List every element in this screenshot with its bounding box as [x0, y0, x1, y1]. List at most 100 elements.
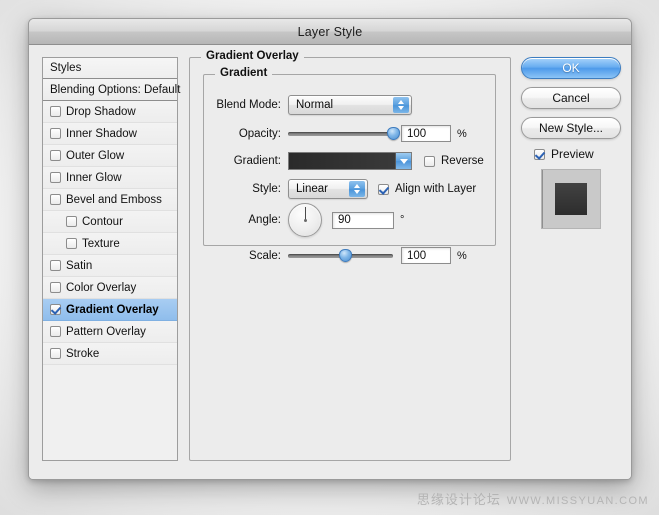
styles-sidebar: Styles Blending Options: Default Drop Sh…: [42, 57, 180, 461]
sidebar-item-label: Contour: [82, 215, 123, 228]
sidebar-item-label: Stroke: [66, 347, 100, 360]
sidebar-item-label: Satin: [66, 259, 93, 272]
opacity-label: Opacity:: [238, 127, 281, 140]
blend-mode-row: Blend Mode: Normal: [204, 95, 495, 115]
opacity-unit: %: [457, 127, 467, 140]
scale-input[interactable]: 100: [401, 247, 451, 264]
chevron-updown-icon[interactable]: [393, 97, 409, 113]
reverse-label: Reverse: [441, 155, 484, 167]
sidebar-item-outer-glow[interactable]: Outer Glow: [43, 145, 177, 167]
sidebar-item-label: Gradient Overlay: [66, 303, 159, 316]
style-preview-thumbnail: [541, 169, 601, 229]
opacity-input[interactable]: 100: [401, 125, 451, 142]
sidebar-item-satin[interactable]: Satin: [43, 255, 177, 277]
gradient-overlay-group-title: Gradient Overlay: [201, 50, 304, 62]
watermark-url: WWW.MISSYUAN.COM: [506, 495, 649, 507]
blend-mode-value: Normal: [296, 99, 334, 111]
reverse-checkbox[interactable]: Reverse: [424, 155, 484, 167]
style-effect-checkbox[interactable]: [50, 194, 61, 205]
chevron-down-icon[interactable]: [395, 153, 411, 169]
gradient-preview-fill: [289, 153, 411, 169]
sidebar-item-contour[interactable]: Contour: [43, 211, 177, 233]
sidebar-item-label: Outer Glow: [66, 149, 125, 162]
scale-row: Scale: 100 %: [204, 247, 495, 264]
gradient-groupbox: Gradient Blend Mode: Normal Opacity: 100…: [203, 67, 496, 264]
scale-slider[interactable]: [288, 248, 393, 264]
cancel-button[interactable]: Cancel: [521, 87, 621, 109]
style-effect-checkbox[interactable]: [50, 172, 61, 183]
opacity-slider-thumb[interactable]: [386, 127, 400, 140]
sidebar-item-label: Pattern Overlay: [66, 325, 146, 338]
sidebar-item-label: Inner Shadow: [66, 127, 137, 140]
sidebar-item-label: Drop Shadow: [66, 105, 136, 118]
style-effect-checkbox[interactable]: [50, 150, 61, 161]
gradient-style-select[interactable]: Linear: [288, 179, 368, 199]
sidebar-item-label: Color Overlay: [66, 281, 137, 294]
blending-options-row[interactable]: Blending Options: Default: [43, 79, 180, 101]
screen: Layer Style Styles Blending Options: Def…: [0, 0, 659, 515]
dialog-buttons: OK Cancel New Style... Preview: [521, 57, 621, 229]
sidebar-item-color-overlay[interactable]: Color Overlay: [43, 277, 177, 299]
sidebar-item-inner-glow[interactable]: Inner Glow: [43, 167, 177, 189]
style-row: Style: Linear Align with Layer: [204, 179, 495, 199]
sidebar-item-label: Inner Glow: [66, 171, 122, 184]
opacity-row: Opacity: 100 %: [204, 125, 495, 142]
preview-checkbox-box[interactable]: [534, 148, 545, 160]
angle-dial[interactable]: [288, 203, 322, 237]
scale-slider-thumb[interactable]: [339, 249, 353, 262]
sidebar-item-gradient-overlay[interactable]: Gradient Overlay: [43, 299, 177, 321]
preview-label: Preview: [551, 147, 594, 161]
style-effect-checkbox[interactable]: [50, 260, 61, 271]
angle-unit: °: [400, 214, 405, 226]
gradient-label: Gradient:: [233, 155, 281, 167]
opacity-slider[interactable]: [288, 126, 400, 142]
style-effect-checkbox[interactable]: [66, 238, 77, 249]
align-with-layer-checkbox[interactable]: Align with Layer: [378, 183, 476, 195]
dialog-body: Styles Blending Options: Default Drop Sh…: [29, 45, 631, 479]
align-with-layer-label: Align with Layer: [395, 183, 477, 195]
reverse-checkbox-box[interactable]: [424, 155, 435, 167]
style-effect-checkbox[interactable]: [50, 326, 61, 337]
sidebar-item-inner-shadow[interactable]: Inner Shadow: [43, 123, 177, 145]
gradient-picker[interactable]: [288, 152, 412, 170]
preview-swatch: [555, 183, 587, 215]
gradient-row: Gradient: Reverse: [204, 152, 495, 170]
ok-button[interactable]: OK: [521, 57, 621, 79]
style-effect-checkbox[interactable]: [50, 106, 61, 117]
style-effects-list: Drop Shadow Inner Shadow Outer Glow Inner G…: [43, 101, 177, 365]
sidebar-item-stroke[interactable]: Stroke: [43, 343, 177, 365]
style-effect-checkbox[interactable]: [66, 216, 77, 227]
style-effect-checkbox[interactable]: [50, 282, 61, 293]
sidebar-item-label: Texture: [82, 237, 120, 250]
watermark: 思缘设计论坛 WWW.MISSYUAN.COM: [417, 489, 649, 508]
opacity-slider-track: [288, 131, 393, 136]
watermark-chinese: 思缘设计论坛: [416, 492, 501, 507]
scale-label: Scale:: [249, 249, 281, 262]
chevron-updown-icon[interactable]: [349, 181, 365, 197]
angle-input[interactable]: 90: [332, 211, 394, 229]
dialog-title: Layer Style: [297, 24, 363, 39]
sidebar-item-label: Bevel and Emboss: [66, 193, 162, 206]
gradient-overlay-groupbox: Gradient Overlay Gradient Blend Mode: No…: [189, 50, 511, 461]
blend-mode-select[interactable]: Normal: [288, 95, 412, 115]
blend-mode-label: Blend Mode:: [216, 99, 281, 111]
style-effect-checkbox[interactable]: [50, 348, 61, 359]
sidebar-item-bevel-and-emboss[interactable]: Bevel and Emboss: [43, 189, 177, 211]
styles-header: Styles: [43, 58, 177, 79]
dialog-titlebar[interactable]: Layer Style: [29, 19, 631, 45]
new-style-button[interactable]: New Style...: [521, 117, 621, 139]
style-effect-checkbox[interactable]: [50, 128, 61, 139]
style-effect-checkbox[interactable]: [50, 304, 61, 315]
angle-dial-hub: [303, 218, 307, 222]
angle-label: Angle:: [248, 214, 281, 226]
align-with-layer-checkbox-box[interactable]: [378, 183, 389, 195]
style-label: Style:: [252, 183, 281, 195]
scale-unit: %: [457, 249, 467, 262]
preview-checkbox[interactable]: Preview: [534, 147, 621, 161]
sidebar-item-drop-shadow[interactable]: Drop Shadow: [43, 101, 177, 123]
angle-row: Angle: 90 °: [204, 203, 495, 237]
gradient-style-value: Linear: [296, 183, 328, 195]
layer-style-dialog: Layer Style Styles Blending Options: Def…: [28, 18, 632, 480]
sidebar-item-texture[interactable]: Texture: [43, 233, 177, 255]
sidebar-item-pattern-overlay[interactable]: Pattern Overlay: [43, 321, 177, 343]
